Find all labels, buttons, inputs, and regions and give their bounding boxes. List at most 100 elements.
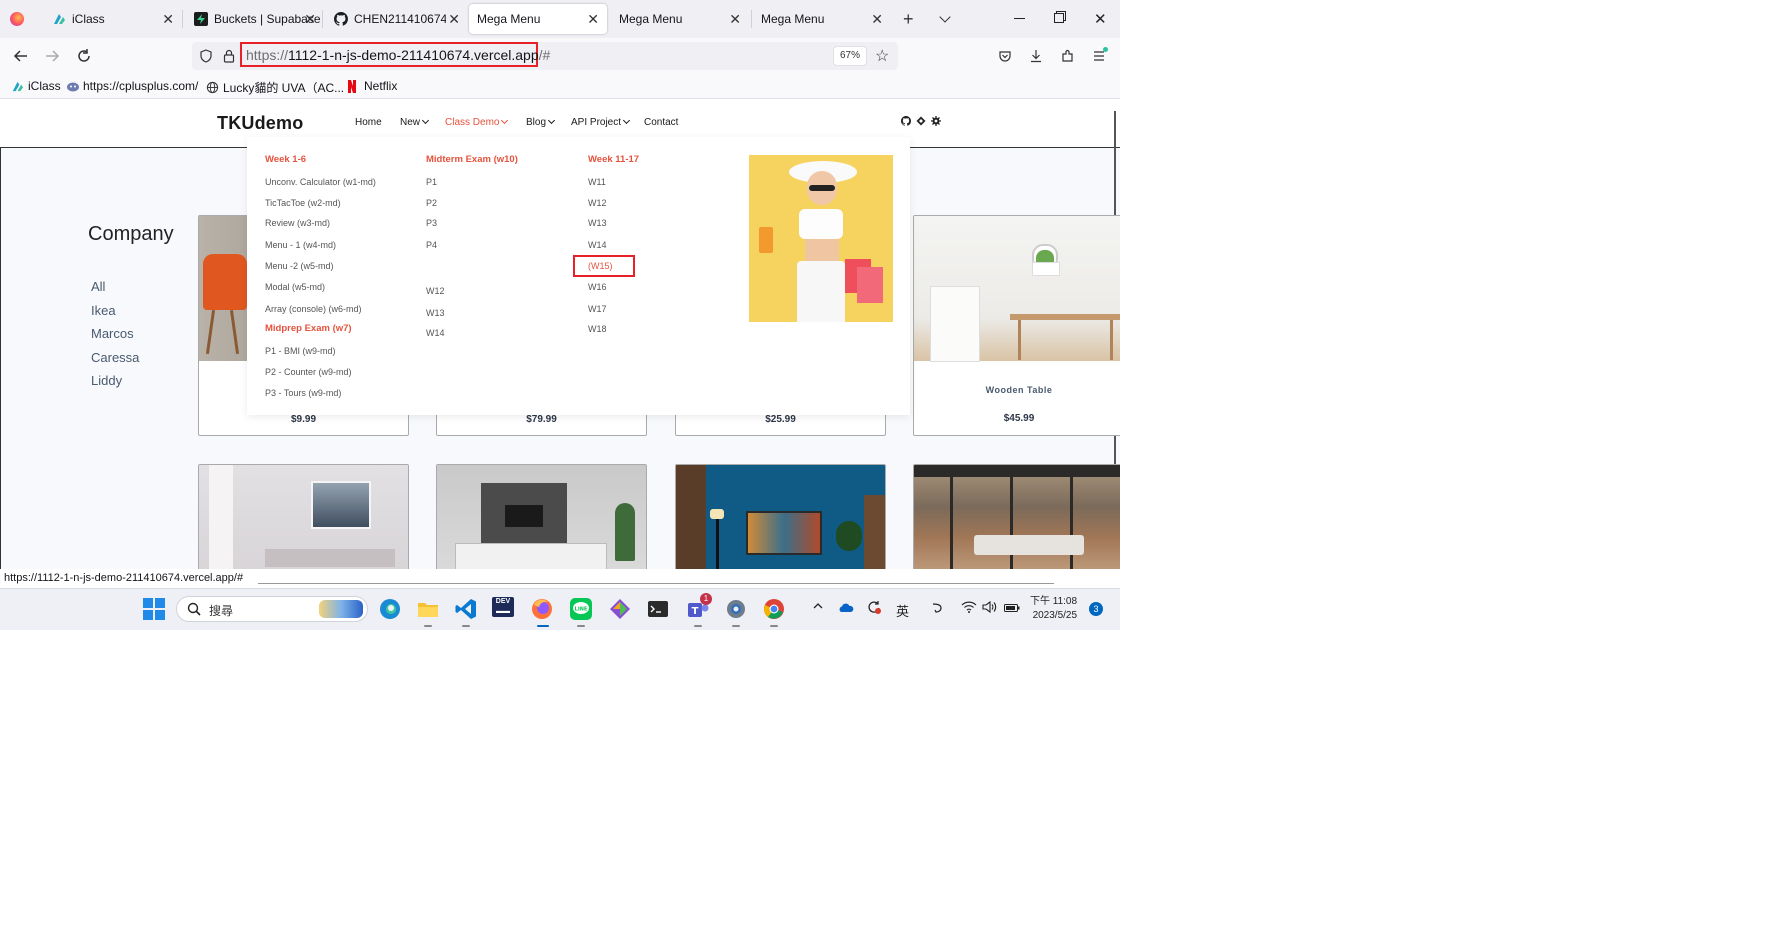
battery-icon[interactable] <box>1004 602 1020 616</box>
zoom-level[interactable]: 67% <box>833 46 867 66</box>
mega-link[interactable]: Menu - 1 (w4-md) <box>265 240 336 250</box>
notification-badge[interactable]: 3 <box>1089 602 1103 616</box>
bookmark-netflix[interactable]: Netflix <box>347 79 397 93</box>
list-tabs-icon[interactable] <box>939 11 951 23</box>
ime-mode-icon[interactable] <box>930 601 944 618</box>
filter-all[interactable]: All <box>91 279 105 294</box>
onedrive-icon[interactable] <box>838 602 854 616</box>
menu-blog[interactable]: Blog <box>526 116 556 128</box>
clock[interactable]: 下午 11:08 2023/5/25 <box>1030 595 1077 623</box>
bookmark-star-icon[interactable]: ☆ <box>875 46 889 66</box>
mega-link[interactable]: W14 <box>426 328 445 338</box>
new-tab-icon[interactable]: + <box>903 9 914 30</box>
menu-contact[interactable]: Contact <box>644 117 678 128</box>
vscode-icon[interactable] <box>454 597 478 621</box>
menu-new[interactable]: New <box>400 116 430 128</box>
tab-github[interactable]: CHEN211410674/1 ✕ <box>326 4 464 34</box>
product-card[interactable]: Wooden Table $45.99 <box>913 215 1120 436</box>
product-card[interactable] <box>913 464 1120 569</box>
mega-link[interactable]: TicTacToe (w2-md) <box>265 198 341 208</box>
window-close-icon[interactable]: ✕ <box>1094 10 1107 28</box>
filter-liddy[interactable]: Liddy <box>91 373 122 388</box>
product-card[interactable] <box>675 464 886 569</box>
mega-link[interactable]: W12 <box>588 198 607 208</box>
mega-link[interactable]: W13 <box>426 308 445 318</box>
firefox-menu-icon[interactable] <box>10 12 24 26</box>
mega-link[interactable]: W13 <box>588 218 607 228</box>
tab-mega-menu-3[interactable]: Mega Menu ✕ <box>753 4 891 34</box>
close-icon[interactable]: ✕ <box>871 11 883 28</box>
promo-image[interactable] <box>749 155 893 322</box>
restore-icon[interactable] <box>1054 13 1064 23</box>
mega-link[interactable]: Array (console) (w6-md) <box>265 304 362 314</box>
close-icon[interactable]: ✕ <box>162 11 174 28</box>
menu-api-project[interactable]: API Project <box>571 116 631 128</box>
mega-link[interactable]: P2 <box>426 198 437 208</box>
filter-marcos[interactable]: Marcos <box>91 326 134 341</box>
mega-link[interactable]: W12 <box>426 286 445 296</box>
reload-icon[interactable] <box>72 44 96 68</box>
back-icon[interactable] <box>9 44 33 68</box>
sync-icon[interactable] <box>866 599 882 618</box>
shield-icon[interactable] <box>199 49 213 68</box>
settings-icon[interactable] <box>724 597 748 621</box>
volume-icon[interactable] <box>982 600 998 616</box>
terminal-icon[interactable] <box>646 597 670 621</box>
mega-link[interactable]: Menu -2 (w5-md) <box>265 261 334 271</box>
mega-link[interactable]: W17 <box>588 304 607 314</box>
mega-link[interactable]: P3 <box>426 218 437 228</box>
app-menu-icon[interactable] <box>1087 44 1111 68</box>
product-card[interactable] <box>436 464 647 569</box>
git-tool-icon[interactable] <box>608 597 632 621</box>
bookmark-iclass[interactable]: iClass <box>11 79 61 93</box>
windows-start-icon[interactable] <box>143 598 167 622</box>
gear-icon[interactable] <box>931 116 941 126</box>
tab-mega-menu-2[interactable]: Mega Menu ✕ <box>611 4 749 34</box>
tab-mega-menu-active[interactable]: Mega Menu ✕ <box>469 4 607 34</box>
minimize-icon[interactable] <box>1014 18 1025 19</box>
tab-iclass[interactable]: iClass ✕ <box>44 4 182 34</box>
url-text[interactable]: https://1112-1-n-js-demo-211410674.verce… <box>246 47 550 63</box>
close-icon[interactable]: ✕ <box>448 11 460 28</box>
chrome-icon[interactable] <box>762 597 786 621</box>
mega-link[interactable]: W18 <box>588 324 607 334</box>
mega-link[interactable]: W14 <box>588 240 607 250</box>
forward-icon[interactable] <box>40 44 64 68</box>
menu-class-demo[interactable]: Class Demo <box>445 116 509 128</box>
mega-link[interactable]: Review (w3-md) <box>265 218 330 228</box>
devhome-icon[interactable]: DEV ▬▬ <box>492 597 516 621</box>
tab-supabase[interactable]: Buckets | Supabase ✕ <box>186 4 320 34</box>
file-explorer-icon[interactable] <box>416 597 440 621</box>
lock-icon[interactable] <box>223 49 235 68</box>
filter-caressa[interactable]: Caressa <box>91 350 139 365</box>
teams-icon[interactable]: T 1 <box>686 593 712 621</box>
github-icon[interactable] <box>901 116 911 126</box>
mega-link[interactable]: Unconv. Calculator (w1-md) <box>265 177 376 187</box>
pocket-icon[interactable] <box>993 44 1017 68</box>
site-logo[interactable]: TKUdemo <box>217 113 303 134</box>
bookmark-cplusplus[interactable]: https://cplusplus.com/ <box>66 79 198 93</box>
edge-icon[interactable] <box>378 597 402 621</box>
mega-link[interactable]: P1 <box>426 177 437 187</box>
menu-home[interactable]: Home <box>355 117 382 128</box>
product-card[interactable] <box>198 464 409 569</box>
chevron-up-icon[interactable] <box>812 600 824 615</box>
filter-ikea[interactable]: Ikea <box>91 303 116 318</box>
mega-link[interactable]: P3 - Tours (w9-md) <box>265 388 341 398</box>
diamond-icon[interactable] <box>916 116 926 126</box>
firefox-icon[interactable] <box>530 597 554 621</box>
close-icon[interactable]: ✕ <box>729 11 741 28</box>
mega-link[interactable]: W16 <box>588 282 607 292</box>
mega-link[interactable]: P1 - BMI (w9-md) <box>265 346 336 356</box>
download-icon[interactable] <box>1024 44 1048 68</box>
mega-link[interactable]: W11 <box>588 177 606 187</box>
line-icon[interactable]: LINE <box>569 597 593 621</box>
mega-link[interactable]: P4 <box>426 240 437 250</box>
mega-link[interactable]: P2 - Counter (w9-md) <box>265 367 352 377</box>
taskbar-search[interactable]: 搜尋 <box>176 596 368 622</box>
mega-link[interactable]: Modal (w5-md) <box>265 282 325 292</box>
bookmark-lucky-uva[interactable]: Lucky貓的 UVA（AC... <box>206 79 344 96</box>
wifi-icon[interactable] <box>961 601 977 616</box>
close-icon[interactable]: ✕ <box>587 11 599 28</box>
extensions-icon[interactable] <box>1056 44 1080 68</box>
